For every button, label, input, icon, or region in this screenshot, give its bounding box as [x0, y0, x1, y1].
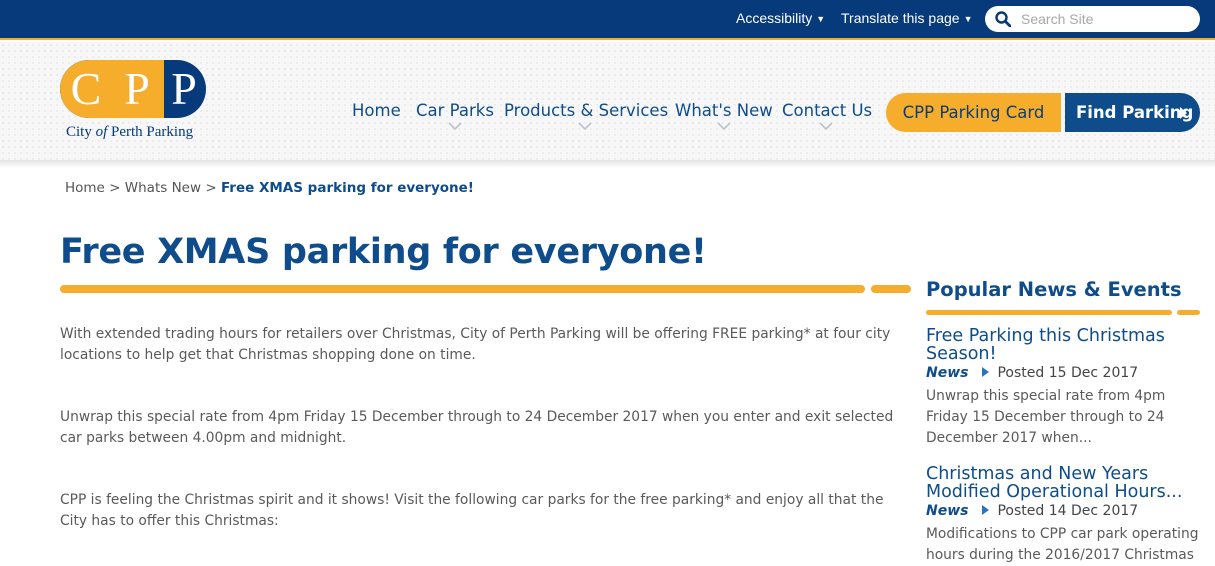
breadcrumb-current: Free XMAS parking for everyone!	[220, 180, 474, 196]
news-item-summary: Unwrap this special rate from 4pm Friday…	[926, 388, 1166, 446]
arrow-right-icon	[1180, 107, 1187, 119]
news-item-summary: Modifications to CPP car park operating …	[926, 526, 1199, 563]
logo-tagline: City of Perth Parking	[66, 124, 194, 140]
chevron-down-icon[interactable]	[819, 121, 833, 131]
breadcrumb-whats-new[interactable]: Whats New	[125, 180, 201, 196]
sidebar-title: Popular News & Events	[926, 278, 1182, 301]
logo-letter-p: P	[124, 63, 150, 114]
cpp-logo[interactable]: C P P City of Perth Parking	[60, 60, 210, 142]
nav-contact-us[interactable]: Contact Us	[782, 101, 872, 120]
news-category-link[interactable]: News	[926, 365, 968, 381]
news-posted-date: Posted 14 Dec 2017	[997, 503, 1139, 519]
news-item-title[interactable]: Christmas and New Years Modified Operati…	[926, 465, 1196, 501]
triangle-right-icon	[982, 367, 990, 377]
news-posted-date: Posted 15 Dec 2017	[997, 365, 1139, 381]
news-item-meta: News Posted 15 Dec 2017	[926, 365, 1138, 381]
chevron-down-icon[interactable]	[717, 121, 731, 131]
news-item-title[interactable]: Free Parking this Christmas Season!	[926, 327, 1196, 363]
breadcrumb: Home > Whats New > Free XMAS parking for…	[65, 180, 474, 196]
search-box	[985, 6, 1200, 32]
caret-down-icon: ▼	[816, 14, 826, 24]
chevron-down-icon[interactable]	[448, 121, 462, 131]
search-icon[interactable]	[995, 11, 1011, 27]
nav-products-services[interactable]: Products & Services	[504, 101, 668, 120]
breadcrumb-separator: >	[205, 180, 217, 196]
article-paragraph: With extended trading hours for retailer…	[60, 326, 891, 363]
accessibility-label: Accessibility	[736, 10, 813, 26]
accessibility-menu[interactable]: Accessibility ▼	[736, 10, 825, 26]
chevron-down-icon[interactable]	[578, 121, 592, 131]
page-title: Free XMAS parking for everyone!	[60, 232, 707, 272]
news-item-meta: News Posted 14 Dec 2017	[926, 503, 1138, 519]
triangle-right-icon	[982, 505, 990, 515]
header-shadow	[0, 160, 1215, 168]
nav-home[interactable]: Home	[352, 101, 401, 120]
sidebar-underline	[926, 310, 1172, 315]
title-underline	[60, 285, 865, 293]
logo-letter-p2: P	[171, 63, 197, 114]
translate-menu[interactable]: Translate this page ▼	[841, 10, 972, 26]
breadcrumb-separator: >	[109, 180, 121, 196]
sidebar-underline-end	[1177, 310, 1200, 315]
article-paragraph: Unwrap this special rate from 4pm Friday…	[60, 409, 894, 446]
breadcrumb-home[interactable]: Home	[65, 180, 105, 196]
news-category-link[interactable]: News	[926, 503, 968, 519]
caret-down-icon: ▼	[963, 14, 973, 24]
nav-whats-new[interactable]: What's New	[675, 101, 773, 120]
logo-letters: C P P	[60, 62, 206, 116]
logo-letter-c: C	[70, 63, 102, 114]
search-input[interactable]	[1021, 9, 1191, 29]
article-paragraph: CPP is feeling the Christmas spirit and …	[60, 492, 884, 529]
title-underline-end	[871, 285, 911, 293]
nav-car-parks[interactable]: Car Parks	[416, 101, 494, 120]
find-parking-label: Find Parking	[1076, 103, 1194, 122]
translate-label: Translate this page	[841, 10, 960, 26]
utility-bar: Accessibility ▼ Translate this page ▼	[0, 0, 1215, 40]
cpp-parking-card-button[interactable]: CPP Parking Card	[886, 93, 1061, 132]
find-parking-button[interactable]: Find Parking	[1065, 93, 1200, 132]
